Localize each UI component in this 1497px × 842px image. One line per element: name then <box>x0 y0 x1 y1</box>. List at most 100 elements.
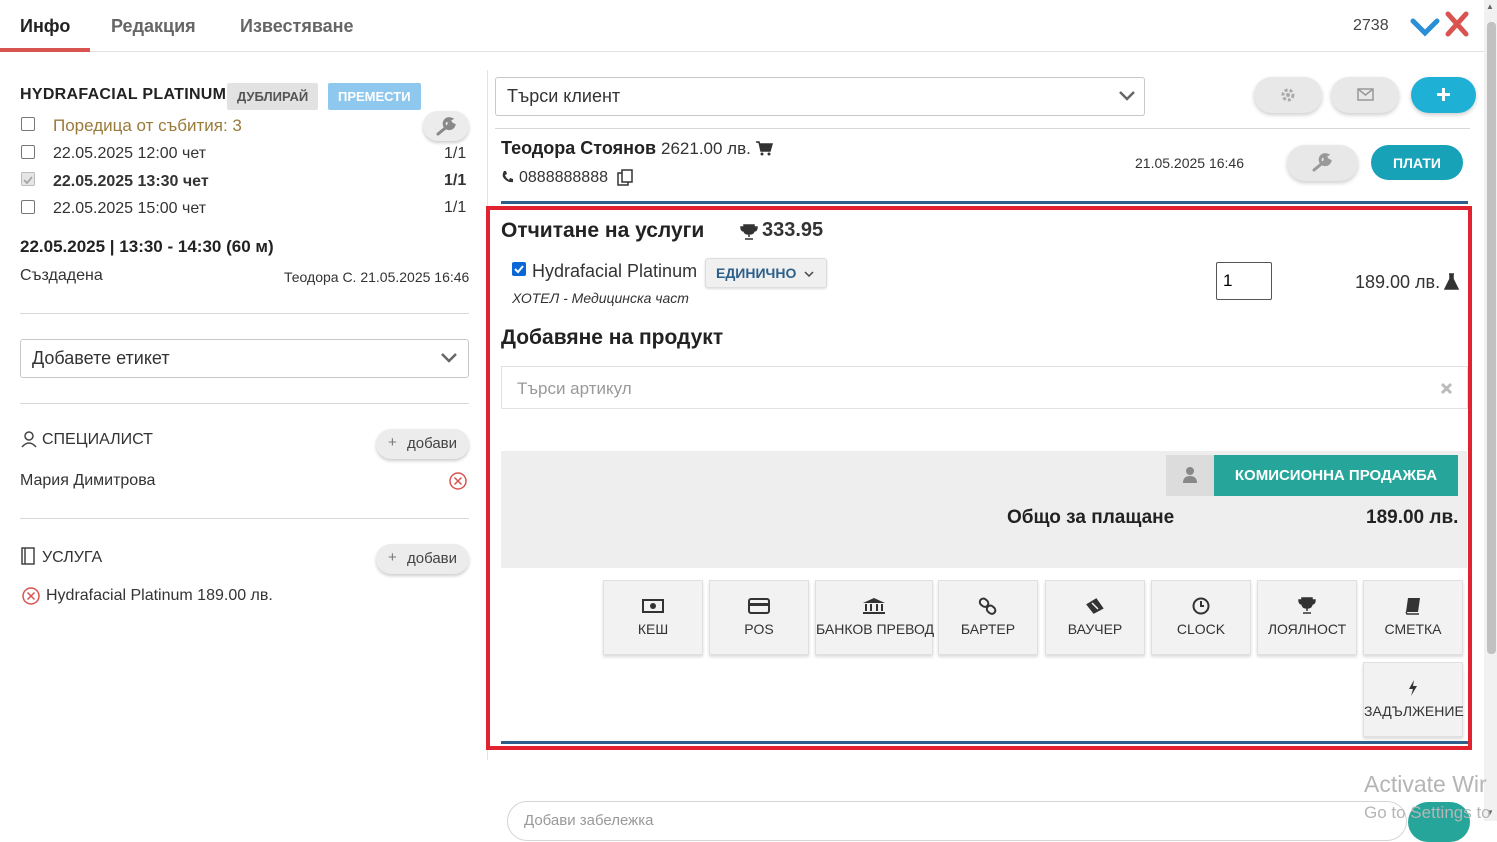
tag-select[interactable]: Добавете етикет <box>20 339 469 378</box>
chevron-down-icon <box>441 353 457 363</box>
scrollbar-thumb[interactable] <box>1487 22 1496 654</box>
product-search-placeholder: Търси артикул <box>517 379 632 398</box>
service-line-location: ХОТЕЛ - Медицинска част <box>512 290 689 306</box>
ticket-icon <box>1086 598 1104 614</box>
pay-bank-transfer-label: БАНКОВ ПРЕВОД <box>816 621 935 637</box>
plus-icon: + <box>388 434 397 451</box>
flask-icon[interactable] <box>1444 273 1459 290</box>
specialist-heading: СПЕЦИАЛИСТ <box>42 431 153 448</box>
tab-notification[interactable]: Известяване <box>220 0 374 52</box>
service-type-dropdown[interactable]: ЕДИНИЧНО <box>705 258 827 288</box>
series-checkbox[interactable] <box>21 117 35 131</box>
pay-voucher-button[interactable]: ВАУЧЕР <box>1045 580 1145 655</box>
service-item: Hydrafacial Platinum 189.00 лв. <box>46 587 273 604</box>
commission-sale-button[interactable]: КОМИСИОННА ПРОДАЖБА <box>1214 455 1458 496</box>
series-link[interactable]: Поредица от събития: 3 <box>53 116 242 136</box>
occurrence-datetime: 22.05.2025 12:00 чет <box>53 145 207 162</box>
pay-button[interactable]: ПЛАТИ <box>1371 145 1463 180</box>
scroll-up-arrow-icon[interactable]: ▲ <box>1486 2 1494 11</box>
divider <box>495 128 1470 129</box>
add-specialist-button[interactable]: + добави <box>376 429 469 459</box>
move-button[interactable]: ПРЕМЕСТИ <box>328 83 421 110</box>
activation-watermark-line2: Go to Settings to <box>1364 803 1491 822</box>
occurrence-datetime-current: 22.05.2025 13:30 чет <box>53 173 209 190</box>
occurrence-count: 1/1 <box>444 199 467 216</box>
services-heading: Отчитане на услуги <box>501 219 705 242</box>
add-button[interactable] <box>1411 77 1476 113</box>
pay-loyalty-button[interactable]: ЛОЯЛНОСТ <box>1257 580 1357 655</box>
clear-icon[interactable] <box>1440 382 1453 395</box>
remove-service-icon[interactable] <box>21 586 41 606</box>
client-name[interactable]: Теодора Стоянов <box>501 138 656 159</box>
occurrence-checkbox[interactable] <box>21 145 35 159</box>
pay-debt-button[interactable]: ЗАДЪЛЖЕНИЕ <box>1363 662 1464 737</box>
client-search-placeholder: Търси клиент <box>507 86 621 106</box>
credit-card-icon <box>748 598 770 614</box>
pay-pos-label: POS <box>744 621 774 637</box>
bank-icon <box>863 598 885 614</box>
client-search-select[interactable]: Търси клиент <box>495 77 1145 116</box>
user-icon <box>1183 467 1197 483</box>
remove-specialist-icon[interactable] <box>448 471 468 491</box>
pay-clock-label: CLOCK <box>1176 621 1226 637</box>
pay-barter-label: БАРТЕР <box>960 621 1016 637</box>
bolt-icon <box>1409 680 1417 696</box>
series-settings-button[interactable] <box>423 111 469 141</box>
tab-edit[interactable]: Редакция <box>91 0 216 52</box>
settings-button[interactable] <box>1254 77 1322 113</box>
pay-cash-label: КЕШ <box>637 621 669 637</box>
copy-icon[interactable] <box>617 169 634 187</box>
plus-icon <box>1437 88 1450 101</box>
quantity-input[interactable] <box>1216 262 1272 300</box>
divider <box>20 313 469 314</box>
chevron-down-icon <box>1119 91 1135 101</box>
client-phone: 0888888888 <box>519 169 608 186</box>
book-icon <box>1405 598 1420 615</box>
event-status: Създадена <box>20 267 103 284</box>
close-icon[interactable] <box>1444 10 1470 38</box>
occurrence-count: 1/1 <box>444 145 467 162</box>
pay-clock-button[interactable]: CLOCK <box>1151 580 1251 655</box>
check-icon[interactable] <box>1410 12 1440 40</box>
pay-cash-button[interactable]: КЕШ <box>603 580 703 655</box>
email-button[interactable] <box>1331 77 1399 113</box>
note-input[interactable]: Добави забележка <box>507 801 1407 841</box>
clock-icon <box>1192 597 1210 615</box>
client-tools-button[interactable] <box>1287 145 1358 181</box>
pay-bank-transfer-button[interactable]: БАНКОВ ПРЕВОД <box>815 580 935 655</box>
client-balance: 2621.00 лв. <box>661 139 751 158</box>
money-icon <box>642 599 664 613</box>
trophy-icon <box>1298 597 1316 614</box>
add-service-button[interactable]: + добави <box>376 544 469 574</box>
products-heading: Добавяне на продукт <box>501 326 724 349</box>
occurrence-checkbox[interactable] <box>21 200 35 214</box>
service-line-checkbox[interactable] <box>512 262 526 276</box>
pay-loyalty-label: ЛОЯЛНОСТ <box>1267 621 1347 637</box>
duplicate-button[interactable]: ДУБЛИРАЙ <box>227 83 319 110</box>
phone-icon <box>502 171 513 183</box>
divider <box>20 518 469 519</box>
client-section-underline <box>501 201 1468 204</box>
pay-barter-button[interactable]: БАРТЕР <box>938 580 1038 655</box>
pay-account-button[interactable]: СМЕТКА <box>1363 580 1463 655</box>
occurrence-count-current: 1/1 <box>444 172 467 189</box>
pay-pos-button[interactable]: POS <box>709 580 809 655</box>
divider <box>20 403 469 404</box>
trophy-icon <box>740 224 758 240</box>
cart-icon[interactable] <box>755 140 773 156</box>
event-title: HYDRAFACIAL PLATINUM <box>20 86 227 103</box>
event-time-range: 22.05.2025 | 13:30 - 14:30 (60 м) <box>20 237 274 256</box>
wrench-icon <box>436 117 456 136</box>
loyalty-points: 333.95 <box>762 219 824 241</box>
pay-voucher-label: ВАУЧЕР <box>1067 621 1123 637</box>
total-label: Общо за плащане <box>1007 507 1175 528</box>
chevron-down-icon <box>804 271 814 278</box>
wrench-icon <box>1312 153 1332 172</box>
tag-select-placeholder: Добавете етикет <box>32 348 170 368</box>
occurrence-datetime: 22.05.2025 15:00 чет <box>53 200 207 217</box>
envelope-icon <box>1357 88 1374 101</box>
seller-button[interactable] <box>1166 455 1214 496</box>
tab-info[interactable]: Инфо <box>0 0 91 52</box>
specialist-name: Мария Димитрова <box>20 472 156 489</box>
product-search-input[interactable]: Търси артикул <box>501 366 1468 409</box>
